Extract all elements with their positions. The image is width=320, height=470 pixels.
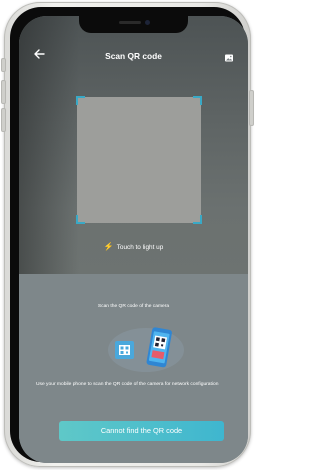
image-icon (225, 54, 233, 62)
scan-corner (76, 96, 85, 105)
front-camera (145, 20, 150, 25)
speaker-grille (119, 21, 141, 24)
volume-up-button (1, 80, 6, 104)
page-title: Scan QR code (105, 51, 162, 61)
phone-bezel: Scan QR code ⚡ Touch to light up Scan th… (10, 7, 248, 463)
top-bar: Scan QR code (19, 48, 248, 68)
scan-corner (193, 215, 202, 224)
help-text: Use your mobile phone to scan the QR cod… (36, 382, 219, 387)
scan-corner (76, 215, 85, 224)
phone-notch (79, 16, 188, 33)
album-button[interactable] (224, 50, 234, 62)
scan-illustration (107, 327, 185, 373)
phone-scanning-camera-illustration (108, 327, 184, 372)
app-screen: Scan QR code ⚡ Touch to light up Scan th… (19, 16, 248, 463)
scan-corner (193, 96, 202, 105)
flashlight-label: Touch to light up (116, 244, 164, 251)
power-button (249, 90, 254, 126)
cannot-find-qr-button[interactable]: Cannot find the QR code (59, 421, 224, 441)
volume-down-button (1, 108, 6, 132)
lightning-bolt-icon: ⚡ (103, 242, 114, 251)
phone-frame: Scan QR code ⚡ Touch to light up Scan th… (1, 2, 254, 467)
silent-switch (1, 58, 6, 72)
scan-instruction: Scan the QR code of the camera (97, 304, 170, 309)
flashlight-toggle[interactable]: ⚡ Touch to light up (19, 242, 248, 251)
scan-frame (76, 96, 202, 224)
